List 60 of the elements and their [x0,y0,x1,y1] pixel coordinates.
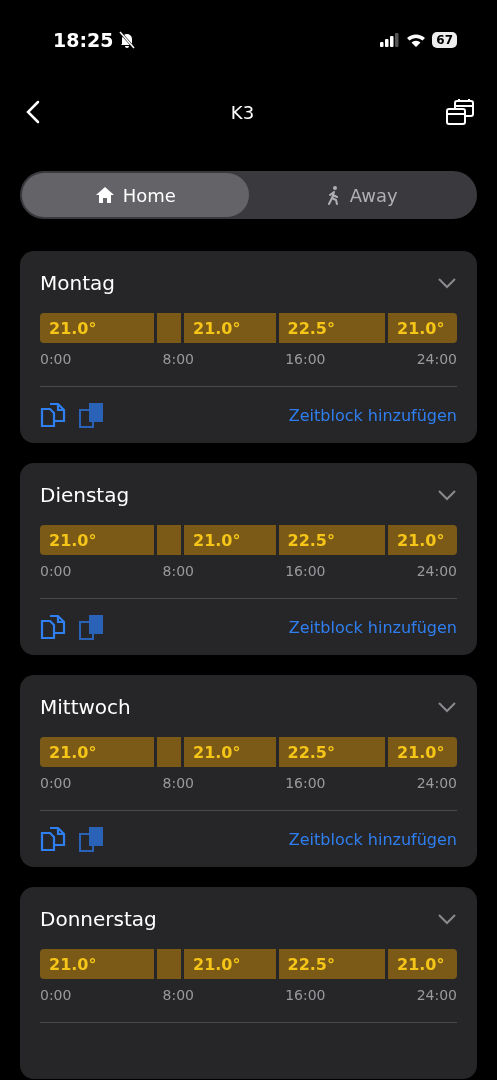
time-tick: 0:00 [40,775,72,791]
time-tick: 24:00 [416,351,457,367]
time-block[interactable]: 22.5° [278,525,385,555]
chevron-icon[interactable] [437,489,457,501]
time-tick: 24:00 [416,775,457,791]
time-block[interactable]: 22.5° [278,313,385,343]
time-tick: 24:00 [416,987,457,1003]
battery-indicator: 67 [432,32,457,48]
time-tick: 8:00 [162,563,195,579]
paste-icon[interactable] [79,402,105,428]
time-tick: 0:00 [40,563,72,579]
time-tick: 16:00 [285,351,326,367]
signal-icon [380,33,401,47]
time-block[interactable]: 21.0° [184,313,276,343]
copy-icon[interactable] [40,614,67,640]
time-block[interactable]: 21.0° [40,525,154,555]
time-block[interactable]: 21.0° [40,313,154,343]
day-name: Donnerstag [40,907,157,931]
time-tick: 8:00 [162,775,195,791]
time-block[interactable]: 21.0° [40,737,154,767]
day-name: Dienstag [40,483,130,507]
status-time: 18:25 [53,29,114,51]
time-tick: 16:00 [285,775,326,791]
add-time-block-link[interactable]: Zeitblock hinzufügen [288,405,457,425]
calendar-copy-button[interactable] [445,98,475,126]
add-time-block-link[interactable]: Zeitblock hinzufügen [288,829,457,849]
day-name: Mittwoch [40,695,131,719]
time-block[interactable]: 21.0° [40,949,154,979]
chevron-icon[interactable] [437,701,457,713]
time-block[interactable]: 22.5° [278,737,385,767]
back-button[interactable] [26,100,40,124]
wifi-icon [406,32,427,48]
time-block[interactable]: 21.0° [388,737,457,767]
time-tick: 16:00 [285,563,326,579]
time-block[interactable]: 21.0° [388,525,457,555]
time-tick: 0:00 [40,987,72,1003]
muted-bell-icon [119,31,136,49]
add-time-block-link[interactable]: Zeitblock hinzufügen [288,617,457,637]
time-tick: 8:00 [162,351,195,367]
day-name: Montag [40,271,115,295]
copy-icon[interactable] [40,402,67,428]
time-tick: 8:00 [162,987,195,1003]
paste-icon[interactable] [79,826,105,852]
copy-icon[interactable] [40,826,67,852]
mode-tab[interactable]: Home [22,173,249,217]
time-block[interactable]: 21.0° [388,313,457,343]
time-block[interactable]: 21.0° [388,949,457,979]
time-tick: 24:00 [416,563,457,579]
mode-tab[interactable]: Away [248,173,475,217]
time-block[interactable]: 21.0° [184,525,276,555]
time-tick: 16:00 [285,987,326,1003]
time-block[interactable]: 21.0° [184,949,276,979]
page-title: K3 [230,101,255,123]
home-icon [94,186,115,204]
time-block[interactable]: 21.0° [184,737,276,767]
chevron-icon[interactable] [437,913,457,925]
paste-icon[interactable] [79,614,105,640]
chevron-icon[interactable] [437,277,457,289]
time-tick: 0:00 [40,351,72,367]
time-block[interactable]: 22.5° [278,949,385,979]
